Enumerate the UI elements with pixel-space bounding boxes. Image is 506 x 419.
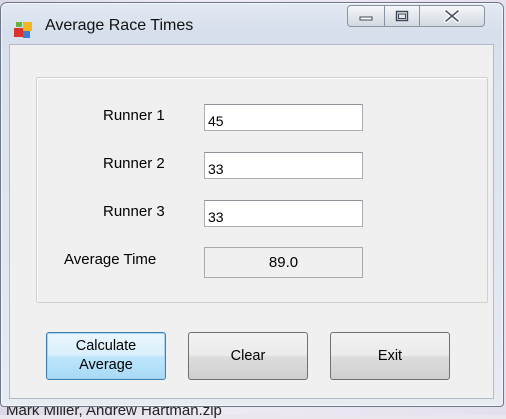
- runner-1-label: Runner 1: [103, 107, 165, 124]
- runner-3-input[interactable]: [204, 200, 363, 227]
- exit-button[interactable]: Exit: [330, 332, 450, 380]
- runner-1-input[interactable]: [204, 104, 363, 131]
- runner-3-label: Runner 3: [103, 203, 165, 220]
- minimize-button[interactable]: [347, 5, 385, 27]
- main-window: Average Race Times Runner 1 Runner 2 Run…: [0, 2, 504, 407]
- maximize-icon: [395, 10, 409, 22]
- calculate-average-label: Calculate Average: [75, 338, 137, 373]
- runner-2-input[interactable]: [204, 152, 363, 179]
- title-bar[interactable]: Average Race Times: [1, 3, 503, 45]
- exit-label: Exit: [377, 347, 403, 364]
- calculate-average-button[interactable]: Calculate Average: [46, 332, 166, 380]
- clear-button[interactable]: Clear: [188, 332, 308, 380]
- close-icon: [444, 9, 460, 23]
- average-time-output: 89.0: [204, 247, 363, 278]
- window-title: Average Race Times: [45, 17, 194, 34]
- app-icon: [14, 22, 32, 38]
- clear-label: Clear: [230, 347, 266, 364]
- form-client-area: Runner 1 Runner 2 Runner 3 Average Time …: [9, 44, 494, 399]
- average-time-label: Average Time: [64, 251, 157, 268]
- minimize-icon: [359, 16, 373, 21]
- maximize-button[interactable]: [384, 5, 420, 27]
- runner-2-label: Runner 2: [103, 155, 165, 172]
- close-button[interactable]: [419, 5, 485, 27]
